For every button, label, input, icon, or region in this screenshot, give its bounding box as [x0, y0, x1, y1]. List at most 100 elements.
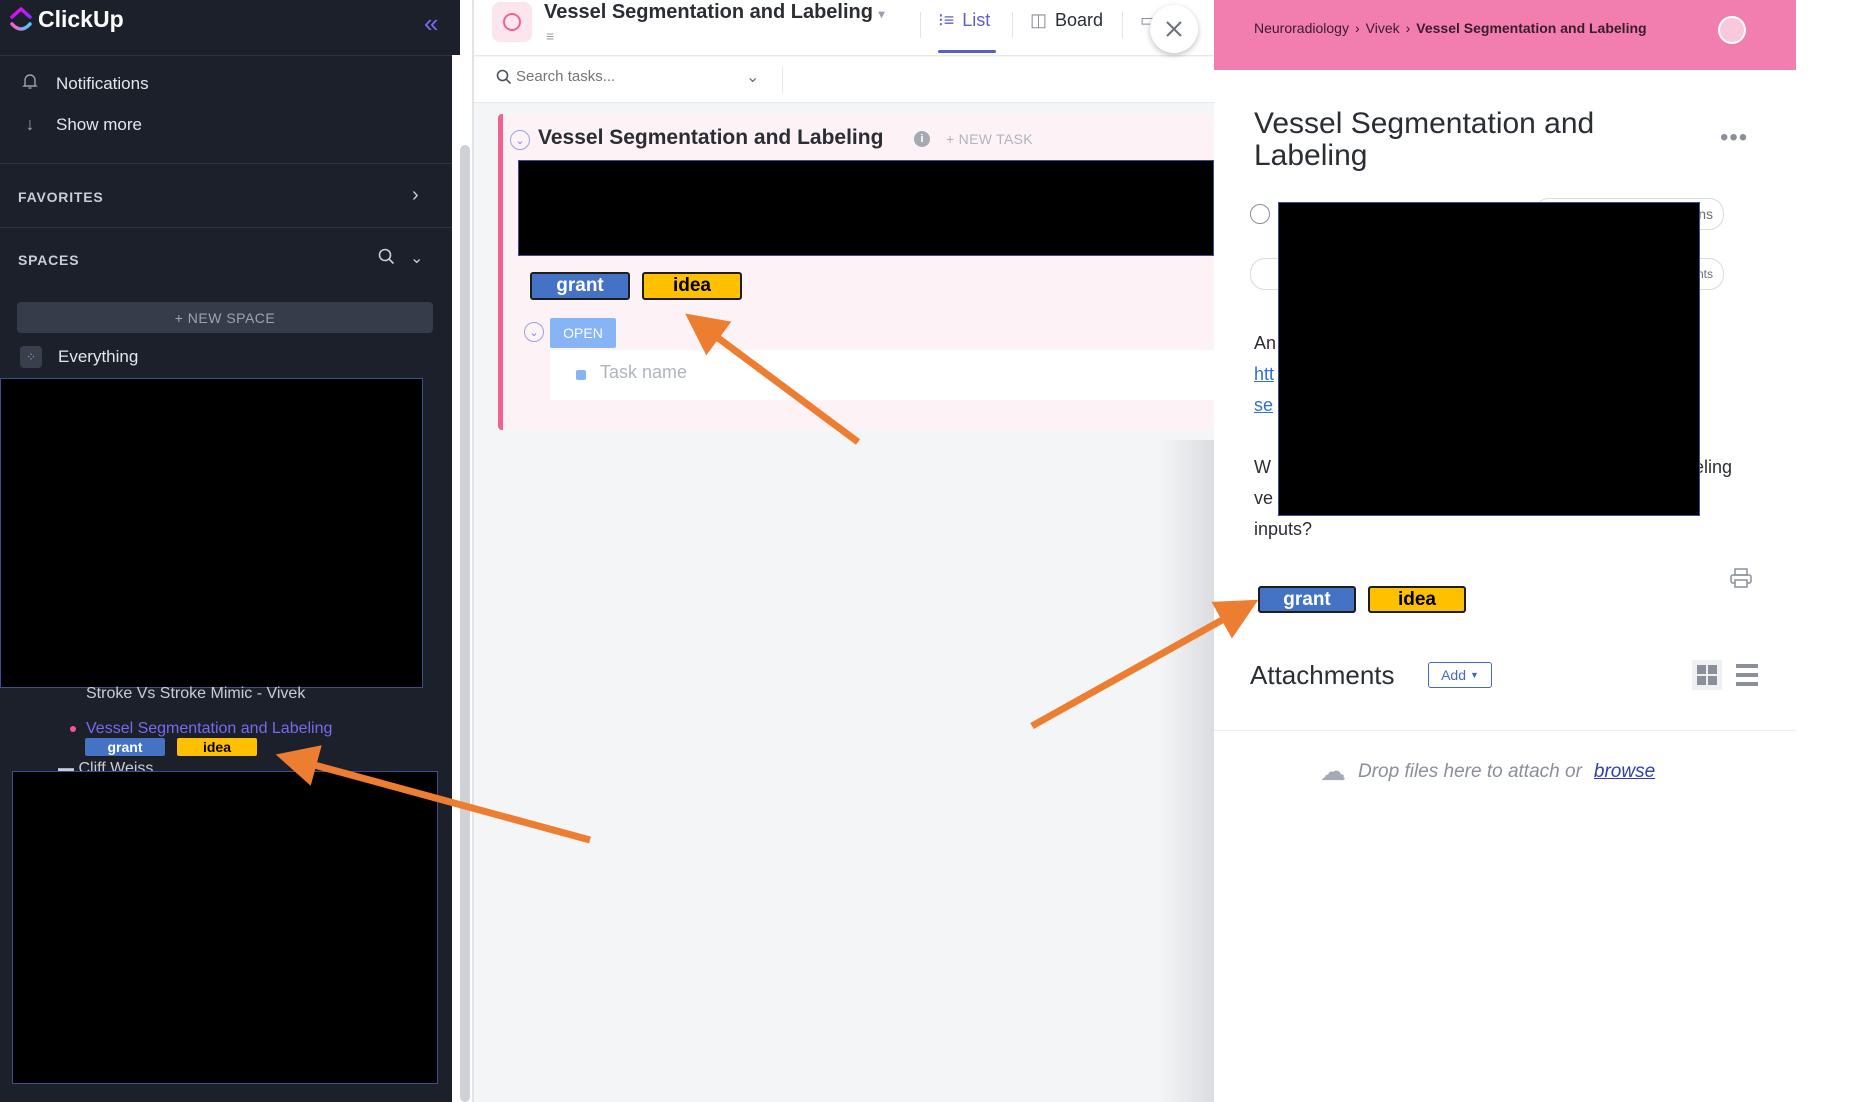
- breadcrumb-item[interactable]: Neuroradiology: [1254, 20, 1349, 36]
- sidebar-list-item[interactable]: Stroke Vs Stroke Mimic - Vivek: [86, 680, 386, 698]
- caret-down-icon: ▼: [1470, 670, 1479, 680]
- description-text: W: [1254, 457, 1271, 477]
- clickup-logo[interactable]: ClickUp: [10, 6, 124, 33]
- tag-idea[interactable]: idea: [1368, 586, 1466, 613]
- clickup-logo-icon: [10, 6, 32, 31]
- tag-grant[interactable]: grant: [1258, 586, 1356, 613]
- sidebar-item-everything[interactable]: ⁘ Everything: [20, 346, 138, 368]
- tag-grant[interactable]: grant: [84, 737, 166, 757]
- list-view: Vessel Segmentation and Labeling ▾ ≡ ⁝≡ …: [474, 0, 1214, 1102]
- search-icon: [496, 69, 512, 90]
- divider: [782, 67, 783, 93]
- brand-name: ClickUp: [38, 6, 124, 32]
- arrow-down-icon: ↓: [25, 114, 35, 134]
- sidebar-item-label: Show more: [56, 114, 142, 134]
- group-color-bar: [498, 114, 503, 430]
- divider: [0, 55, 452, 56]
- divider: [0, 227, 452, 228]
- task-detail-panel: Neuroradiology › Vivek › Vessel Segmenta…: [1214, 0, 1796, 1102]
- active-tab-indicator: [938, 50, 996, 53]
- chevron-down-icon[interactable]: ⌄: [746, 67, 759, 87]
- print-icon[interactable]: [1730, 568, 1752, 594]
- divider: [0, 163, 452, 164]
- status-badge[interactable]: OPEN: [550, 318, 616, 348]
- search-icon[interactable]: [378, 248, 395, 270]
- list-icon: ⁝≡: [938, 10, 955, 30]
- description-text: ve: [1254, 488, 1274, 508]
- chevron-down-icon[interactable]: ⌄: [410, 248, 423, 268]
- avatar[interactable]: [1718, 16, 1746, 44]
- chevron-right-icon[interactable]: ›: [412, 184, 419, 207]
- cloud-upload-icon: ☁: [1320, 756, 1346, 786]
- bell-icon: [20, 72, 40, 95]
- grid-view-icon[interactable]: [1692, 660, 1722, 690]
- tag-grant[interactable]: grant: [530, 272, 630, 300]
- tab-board[interactable]: ◫ Board: [1030, 10, 1103, 31]
- sidebar-item-label: Vessel Segmentation and Labeling: [86, 720, 333, 737]
- divider: [1214, 730, 1796, 731]
- board-icon: ◫: [1030, 10, 1048, 30]
- description-link[interactable]: se: [1254, 395, 1273, 416]
- clock-icon[interactable]: [1250, 204, 1270, 224]
- tab-list[interactable]: ⁝≡ List: [938, 10, 990, 31]
- redacted-region: [1278, 202, 1700, 516]
- new-task-button[interactable]: + NEW TASK: [946, 131, 1033, 147]
- task-name-input[interactable]: Task name: [600, 362, 687, 383]
- browse-link[interactable]: browse: [1594, 761, 1655, 783]
- more-options-icon[interactable]: •••: [1720, 124, 1748, 152]
- sidebar-item-notifications[interactable]: Notifications: [20, 72, 149, 95]
- redacted-region: [12, 771, 438, 1084]
- collapse-group-icon[interactable]: ⌄: [510, 130, 530, 150]
- attachment-drop-zone[interactable]: ☁ Drop files here to attach or browse: [1320, 756, 1655, 787]
- collapse-status-icon[interactable]: ⌄: [524, 322, 544, 342]
- divider: [1012, 12, 1013, 38]
- search-input[interactable]: [516, 68, 716, 85]
- tag-idea[interactable]: idea: [176, 737, 258, 757]
- double-chevron-left-icon[interactable]: «: [424, 8, 438, 39]
- redacted-region: [0, 378, 423, 688]
- status-dot-icon: [70, 726, 76, 732]
- close-panel-button[interactable]: [1150, 5, 1198, 53]
- sidebar-item-vessel-segmentation[interactable]: Vessel Segmentation and Labeling: [70, 720, 332, 738]
- description-icon[interactable]: ≡: [546, 28, 554, 44]
- sidebar-item-label: Everything: [58, 347, 139, 366]
- attachments-heading: Attachments: [1250, 660, 1395, 690]
- shadow-overlay: [1160, 440, 1214, 1102]
- status-square-icon: [576, 370, 586, 380]
- description-link[interactable]: htt: [1254, 364, 1274, 385]
- search-bar: ⌄: [474, 57, 1214, 103]
- breadcrumb-separator: ›: [1405, 20, 1411, 36]
- divider: [920, 12, 921, 38]
- breadcrumb: Neuroradiology › Vivek › Vessel Segmenta…: [1254, 20, 1647, 36]
- info-icon[interactable]: i: [914, 131, 930, 147]
- breadcrumb-separator: ›: [1354, 20, 1360, 36]
- divider: [1122, 12, 1123, 38]
- close-icon: [1166, 21, 1182, 37]
- redacted-region: [518, 160, 1214, 256]
- list-status-icon[interactable]: [492, 2, 532, 42]
- sidebar-item-show-more[interactable]: ↓ Show more: [20, 114, 142, 135]
- breadcrumb-item-current[interactable]: Vessel Segmentation and Labeling: [1416, 20, 1646, 36]
- list-header: Vessel Segmentation and Labeling ▾ ≡ ⁝≡ …: [474, 0, 1214, 56]
- spaces-heading: SPACES: [18, 252, 80, 268]
- list-title[interactable]: Vessel Segmentation and Labeling ▾: [544, 1, 885, 24]
- description-text: An: [1254, 333, 1277, 353]
- sidebar-item-label: Notifications: [56, 73, 149, 93]
- task-title[interactable]: Vessel Segmentation and Labeling: [1254, 108, 1634, 172]
- grid-apps-icon: ⁘: [20, 346, 42, 368]
- breadcrumb-item[interactable]: Vivek: [1366, 20, 1400, 36]
- caret-down-icon[interactable]: ▾: [879, 7, 885, 21]
- list-view-icon[interactable]: [1736, 664, 1758, 686]
- favorites-heading[interactable]: FAVORITES: [18, 189, 104, 205]
- tag-idea[interactable]: idea: [642, 272, 742, 300]
- sidebar-scrollbar[interactable]: [460, 145, 470, 1102]
- background-window: [1796, 0, 1854, 1102]
- app-window: ClickUp « Notifications ↓ Show more FAVO…: [0, 0, 1854, 1102]
- panel-header: Neuroradiology › Vivek › Vessel Segmenta…: [1214, 0, 1796, 70]
- sidebar: ClickUp « Notifications ↓ Show more FAVO…: [0, 0, 460, 1102]
- group-title[interactable]: Vessel Segmentation and Labeling: [538, 126, 883, 150]
- add-attachment-button[interactable]: Add ▼: [1428, 662, 1492, 688]
- new-space-button[interactable]: + NEW SPACE: [17, 302, 433, 333]
- description-text: inputs?: [1254, 519, 1313, 539]
- sidebar-scrollbar-track: [452, 55, 460, 1102]
